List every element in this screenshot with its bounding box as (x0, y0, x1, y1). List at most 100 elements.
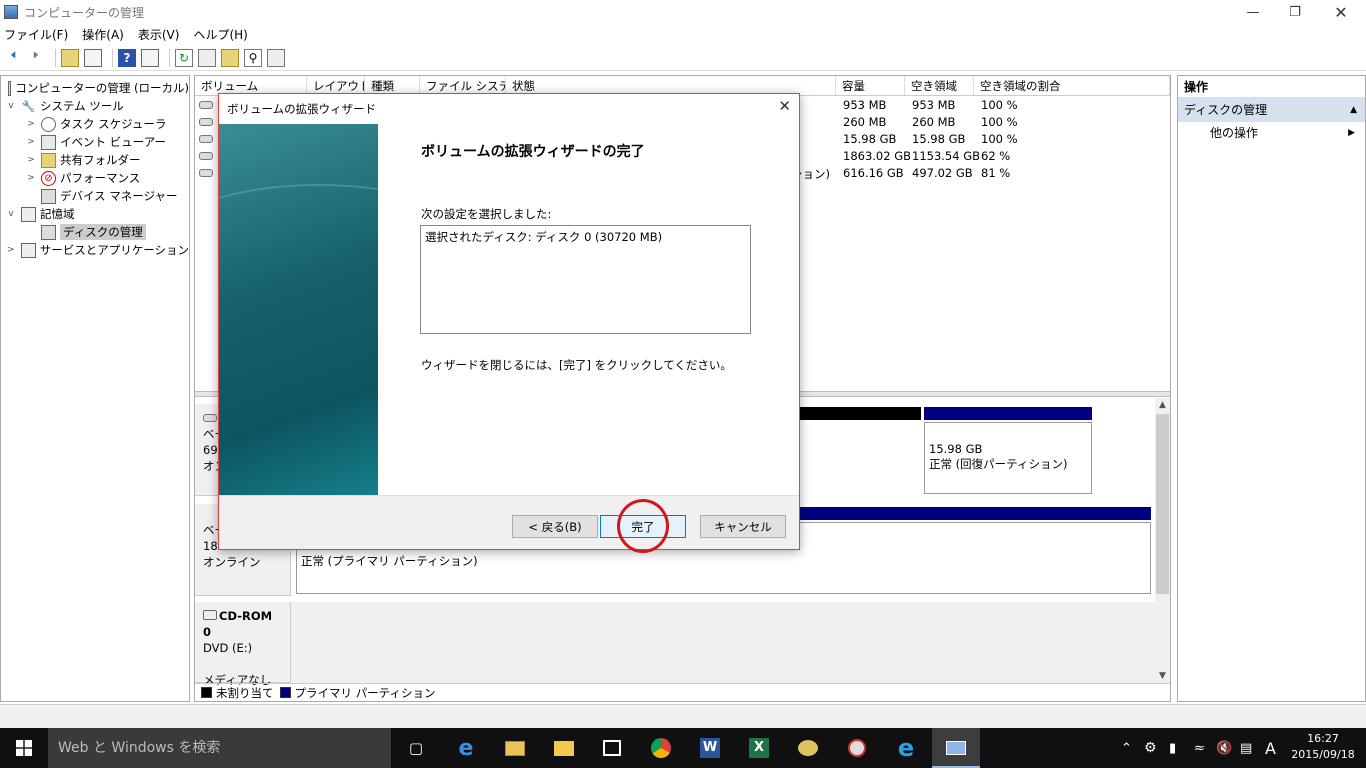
computer-management-taskbar-icon[interactable] (942, 734, 970, 762)
storage-icon (21, 206, 36, 222)
show-hide-tree-icon[interactable] (84, 48, 102, 67)
column-header-capacity[interactable]: 容量 (836, 76, 905, 95)
speaker-muted-icon[interactable]: 🔇 (1216, 728, 1232, 768)
tree-item-event-viewer[interactable]: > イベント ビューアー (1, 133, 189, 151)
volume-icon (199, 118, 213, 126)
battery-icon[interactable]: ▮ (1169, 728, 1176, 768)
forward-arrow-icon[interactable]: 🢒 (27, 45, 45, 67)
cancel-button[interactable]: キャンセル (700, 515, 786, 538)
refresh-icon[interactable]: ↻ (175, 48, 193, 67)
banner-swoosh (219, 184, 378, 304)
window-title: コンピューターの管理 (24, 5, 145, 20)
legend-swatch-primary (279, 687, 291, 698)
taskbar-clock[interactable]: 16:27 2015/09/18 (1288, 731, 1358, 763)
clock-icon (41, 116, 56, 132)
properties-icon[interactable] (198, 48, 216, 67)
menu-bar: ファイル(F) 操作(A) 表示(V) ヘルプ(H) (0, 24, 1366, 44)
tree-item-services-applications[interactable]: > サービスとアプリケーション (1, 241, 189, 259)
ime-indicator[interactable]: A (1265, 728, 1276, 768)
edge-browser-icon[interactable]: e (452, 734, 480, 762)
file-manager-icon[interactable] (501, 734, 529, 762)
back-button[interactable]: < 戻る(B) (512, 515, 598, 538)
scroll-up-icon[interactable]: ▲ (1155, 398, 1170, 412)
tree-item-performance[interactable]: > ⊘ パフォーマンス (1, 169, 189, 187)
actions-item-more[interactable]: 他の操作 ▶ (1178, 122, 1365, 144)
excel-icon[interactable]: X (745, 734, 773, 762)
toolbar-separator (112, 48, 113, 67)
dialog-title: ボリュームの拡張ウィザード (227, 102, 377, 116)
toolbar-separator (169, 48, 170, 67)
wizard-banner (219, 124, 378, 495)
collapse-icon[interactable]: ▲ (1350, 98, 1357, 122)
cdrom-label[interactable]: CD-ROM 0 DVD (E:) メディアなし (195, 602, 291, 687)
wizard-heading: ボリュームの拡張ウィザードの完了 (421, 144, 645, 160)
column-header-free-space[interactable]: 空き領域 (905, 76, 974, 95)
column-header-free-percent[interactable]: 空き領域の割合 (974, 76, 1170, 95)
disk-icon (203, 414, 217, 422)
tree-item-task-scheduler[interactable]: > タスク スケジューラ (1, 115, 189, 133)
chevron-right-icon[interactable]: > (25, 155, 37, 165)
open-folder-icon[interactable] (221, 48, 239, 67)
disk-area-scrollbar[interactable]: ▲ ▼ (1155, 398, 1170, 683)
up-folder-icon[interactable] (61, 48, 79, 67)
tree-item-computer-management[interactable]: コンピューターの管理 (ローカル) (1, 79, 189, 97)
start-button[interactable] (0, 728, 48, 768)
network-settings-icon[interactable]: ⚙ (1144, 728, 1157, 768)
actions-section-disk-management[interactable]: ディスクの管理 ▲ (1178, 98, 1365, 122)
menu-help[interactable]: ヘルプ(H) (193, 26, 247, 43)
dialog-close-icon[interactable]: ✕ (778, 97, 791, 115)
menu-action[interactable]: 操作(A) (82, 26, 124, 43)
chevron-right-icon: ▶ (1348, 128, 1355, 138)
recovery-partition[interactable]: 15.98 GB 正常 (回復パーティション) (924, 422, 1092, 494)
back-arrow-icon[interactable]: 🢐 (4, 45, 22, 67)
action-center-icon[interactable]: ▤ (1240, 728, 1252, 768)
taskbar-search-input[interactable]: Web と Windows を検索 (48, 728, 391, 768)
search-icon[interactable]: ⚲ (244, 48, 262, 67)
chevron-right-icon[interactable]: > (25, 119, 37, 129)
menu-file[interactable]: ファイル(F) (4, 26, 68, 43)
legend-swatch-unallocated (201, 687, 212, 698)
tree-item-disk-management[interactable]: ディスクの管理 (1, 223, 189, 241)
close-button[interactable]: ✕ (1318, 0, 1364, 24)
chevron-right-icon[interactable]: > (25, 137, 37, 147)
chevron-down-icon[interactable]: v (5, 209, 17, 219)
actions-pane: 操作 ディスクの管理 ▲ 他の操作 ▶ (1177, 75, 1366, 702)
windows-logo-icon (16, 740, 32, 756)
tree-item-system-tools[interactable]: v 🔧 システム ツール (1, 97, 189, 115)
internet-explorer-icon[interactable]: e (892, 734, 920, 762)
restore-button[interactable]: ❐ (1272, 0, 1318, 24)
store-icon[interactable] (598, 734, 626, 762)
minimize-button[interactable]: — (1230, 0, 1276, 24)
menu-view[interactable]: 表示(V) (138, 26, 180, 43)
wifi-icon[interactable]: ≈ (1194, 728, 1205, 768)
finish-highlight-circle (617, 499, 669, 553)
scroll-thumb[interactable] (1156, 414, 1169, 594)
title-bar: コンピューターの管理 — ❐ ✕ (0, 0, 1366, 24)
services-icon (20, 242, 36, 258)
word-icon[interactable]: W (696, 734, 724, 762)
paint-icon[interactable] (794, 734, 822, 762)
tree-item-storage[interactable]: v 記憶域 (1, 205, 189, 223)
selected-settings-box[interactable]: 選択されたディスク: ディスク 0 (30720 MB) (420, 225, 751, 334)
show-hidden-icons[interactable]: ⌃ (1121, 728, 1132, 768)
disk-properties-icon[interactable] (267, 48, 285, 67)
explorer-folder-icon[interactable] (550, 734, 578, 762)
task-view-icon[interactable]: ▢ (402, 734, 430, 762)
chevron-down-icon[interactable]: v (5, 101, 17, 111)
computer-management-icon (8, 80, 12, 96)
chevron-right-icon[interactable]: > (25, 173, 37, 183)
tools-icon: 🔧 (21, 99, 36, 113)
device-manager-icon (41, 188, 56, 204)
help-icon[interactable]: ? (118, 48, 136, 67)
unallocated-bar (799, 407, 921, 420)
show-hide-action-pane-icon[interactable] (141, 48, 159, 67)
chrome-icon[interactable] (647, 734, 675, 762)
scroll-down-icon[interactable]: ▼ (1155, 669, 1170, 683)
tree-item-device-manager[interactable]: デバイス マネージャー (1, 187, 189, 205)
close-hint-text: ウィザードを閉じるには、[完了] をクリックしてください。 (421, 358, 732, 372)
snipping-tool-icon[interactable] (843, 734, 871, 762)
chevron-right-icon[interactable]: > (5, 245, 17, 255)
tree-item-shared-folders[interactable]: > 共有フォルダー (1, 151, 189, 169)
actions-header: 操作 (1178, 76, 1365, 98)
extend-volume-wizard-dialog: ボリュームの拡張ウィザード ✕ ボリュームの拡張ウィザードの完了 次の設定を選択… (218, 93, 800, 550)
